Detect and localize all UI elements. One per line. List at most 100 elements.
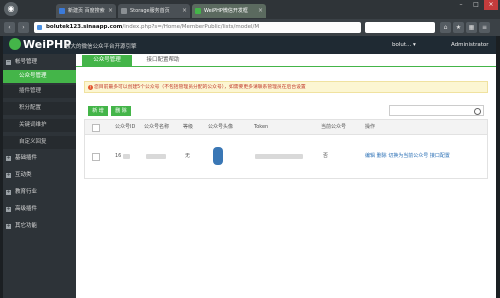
notice-text: 您目前最多可以创建5个公众号（不包括管理员分配的公众号），如需要更多请联系管理员… [94,85,306,90]
collapse-icon: − [6,59,11,65]
sidebar-group-advanced[interactable]: + 高级插件 [3,203,76,216]
sidebar-item-accounts[interactable]: 公众号管理 [3,70,76,83]
browser-tab-2[interactable]: Storage服务首页 × [118,4,190,18]
column-header: 等级 [183,124,194,130]
admin-link[interactable]: Administrator [451,42,489,48]
close-icon[interactable]: × [182,4,187,18]
column-header: 公众号名称 [144,124,170,130]
notice-banner: ! 您目前最多可以创建5个公众号（不包括管理员分配的公众号），如需要更多请联系管… [84,81,488,93]
table-row: 16 无 否 编辑 删除 切换为当前公众号 接口配置 [85,134,487,179]
sidebar-item-label: 积分配置 [19,105,42,111]
sidebar-item-label: 关键词维护 [19,122,47,128]
window-controls: – □ × [453,0,498,12]
edit-link[interactable]: 编辑 [365,153,375,159]
favorites-icon[interactable]: ★ [453,22,464,33]
column-header: 当前公众号 [321,124,347,130]
table-search-input[interactable] [389,105,484,116]
expand-icon: + [6,172,11,178]
warning-icon: ! [88,85,93,90]
sidebar-group-label: 帐号管理 [15,59,38,65]
expand-icon: + [6,155,11,161]
logo-icon [9,38,21,50]
page-icon [121,8,127,14]
close-icon[interactable]: × [258,4,263,18]
expand-icon: + [6,206,11,212]
row-actions: 编辑 删除 切换为当前公众号 接口配置 [365,134,450,179]
site-icon [37,25,42,30]
sidebar-group-label: 教育行业 [15,189,38,195]
delete-button[interactable]: 删 除 [111,106,131,116]
sidebar-group-label: 基础插件 [15,155,38,161]
search-icon[interactable] [474,108,481,115]
baidu-icon [59,8,65,14]
tab-accounts[interactable]: 公众号管理 [82,55,132,66]
expand-icon: + [6,223,11,229]
weiphp-icon [195,8,201,14]
address-field[interactable]: bolutek123.sinaapp.com/index.php?s=/Home… [34,22,361,33]
browser-menu-icon[interactable]: ◉ [4,2,18,16]
column-header: 公众号头像 [208,124,234,130]
app-header: WeiPHP 强大的微信公众平台开源引擎 bolut... ▾ Administ… [3,36,496,54]
address-bar-row: ‹ › bolutek123.sinaapp.com/index.php?s=/… [0,19,500,36]
row-checkbox[interactable] [92,153,100,161]
maximize-icon[interactable]: □ [469,0,483,10]
browser-tab-3[interactable]: WeiPHP微信开发框 × [192,4,266,18]
sidebar-item-label: 公众号管理 [19,73,47,79]
current-account: 否 [323,153,329,159]
redacted-token [255,154,303,159]
expand-icon: + [6,189,11,195]
watermark-subtitle: 助你轻松解决 [372,256,444,267]
sidebar-group-label: 高级插件 [15,206,38,212]
close-icon[interactable]: × [108,4,113,18]
redacted-account-name [146,154,166,159]
sidebar-item-label: 插件管理 [19,88,42,94]
sidebar-group-label: 互动类 [15,172,32,178]
sidebar-group-account[interactable]: − 帐号管理 [3,56,76,69]
column-header: 公众号ID [115,124,136,130]
tab-label: 新建页 百度搜索 [68,8,105,14]
sidebar-item-label: 自定义回复 [19,139,47,145]
tab-api-help[interactable]: 接口配置帮助 [138,55,188,66]
window-close-icon[interactable]: × [484,0,498,10]
extensions-icon[interactable]: ▦ [466,22,477,33]
address-host: bolutek123.sinaapp.com [46,24,123,30]
browser-tab-bar: ◉ 新建页 百度搜索 × Storage服务首页 × WeiPHP微信开发框 ×… [0,0,500,19]
account-id: 16 [115,153,122,159]
tab-label: Storage服务首页 [130,8,170,14]
sidebar-group-other[interactable]: + 其它功能 [3,220,76,233]
home-icon[interactable]: ⌂ [440,22,451,33]
content-tabs: 公众号管理 接口配置帮助 [76,54,496,67]
sidebar-group-interactive[interactable]: + 互动类 [3,169,76,182]
sidebar: − 帐号管理 公众号管理 插件管理 积分配置 关键词维护 自定义回复 + 基础插件 … [3,54,76,298]
sidebar-group-basic-plugins[interactable]: + 基础插件 [3,152,76,165]
sidebar-item-keywords[interactable]: 关键词维护 [3,119,76,132]
sidebar-item-replies[interactable]: 自定义回复 [3,136,76,149]
sidebar-item-plugins[interactable]: 插件管理 [3,85,76,98]
switch-account-link[interactable]: 切换为当前公众号 [388,153,428,159]
logo[interactable]: WeiPHP [9,38,71,51]
header-subtitle: 强大的微信公众平台开源引擎 [65,44,137,50]
browser-tab-1[interactable]: 新建页 百度搜索 × [56,4,116,18]
sidebar-group-label: 其它功能 [15,223,38,229]
address-path: /index.php?s=/Home/MemberPublic/lists/mo… [122,24,260,30]
back-icon[interactable]: ‹ [4,22,15,33]
column-header: 操作 [365,124,376,130]
forward-icon[interactable]: › [18,22,29,33]
api-config-link[interactable]: 接口配置 [430,153,450,159]
add-button[interactable]: 新 增 [88,106,108,116]
minimize-icon[interactable]: – [454,0,468,10]
settings-icon[interactable]: ≡ [479,22,490,33]
accounts-table: 公众号ID 公众号名称 等级 公众号头像 Token 当前公众号 操作 16 无… [84,119,488,179]
account-avatar [213,147,223,165]
browser-search-field[interactable] [365,22,435,33]
account-level: 无 [185,153,191,159]
redacted-id [123,154,130,159]
sidebar-item-points[interactable]: 积分配置 [3,102,76,115]
table-header: 公众号ID 公众号名称 等级 公众号头像 Token 当前公众号 操作 [85,120,487,135]
sidebar-group-education[interactable]: + 教育行业 [3,186,76,199]
delete-link[interactable]: 删除 [377,153,387,159]
account-menu[interactable]: bolut... ▾ [392,42,416,48]
tab-label: WeiPHP微信开发框 [204,8,248,14]
column-header: Token [254,124,269,130]
select-all-checkbox[interactable] [92,124,100,132]
